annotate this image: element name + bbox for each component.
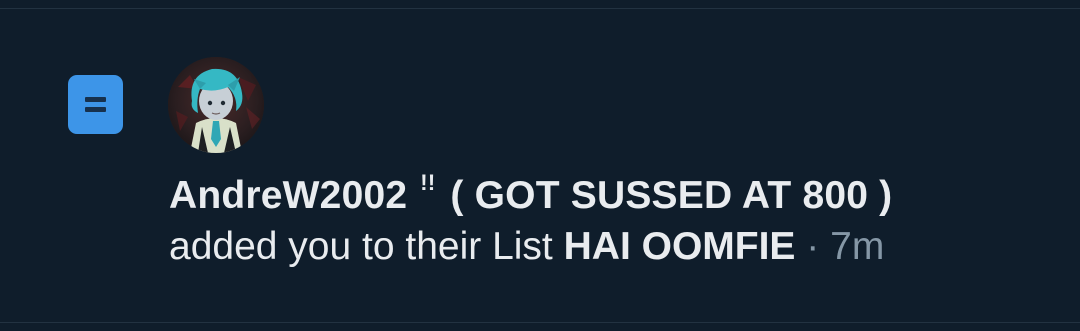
user-name[interactable]: AndreW2002 [169,174,407,217]
user-name-suffix: ( GOT SUSSED AT 800 ) [450,174,893,217]
avatar-image [168,57,264,153]
list-icon-line [85,107,106,112]
timestamp: 7m [830,225,885,268]
action-text: added you to their List [169,225,553,268]
top-divider [0,0,1080,9]
separator: · [806,225,820,268]
list-icon-lines [85,97,106,112]
list-icon [68,75,123,134]
notification-item[interactable] [0,9,1080,322]
avatar[interactable] [168,57,264,153]
name-marks: !! [420,170,436,195]
list-icon-line [85,97,106,102]
notification-body: added you to their List HAI OOMFIE · 7m [169,225,884,269]
list-name-link[interactable]: HAI OOMFIE [564,225,796,268]
notification-title: AndreW2002 !! ( GOT SUSSED AT 800 ) [169,170,892,218]
bottom-divider [0,322,1080,331]
